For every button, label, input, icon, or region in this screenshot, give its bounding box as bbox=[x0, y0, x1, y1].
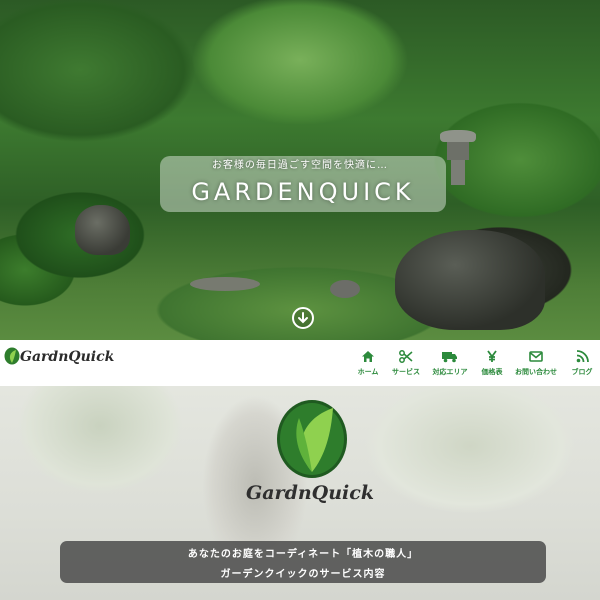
service-banner-heading: あなたのお庭をコーディネート「植木の職人」 bbox=[187, 549, 419, 560]
service-banner-subheading: ガーデンクイックのサービス内容 bbox=[220, 569, 386, 580]
nav-label: ブログ bbox=[571, 368, 593, 376]
header-logo[interactable]: GardnQuick bbox=[20, 349, 114, 365]
garden-rock bbox=[395, 230, 545, 330]
scissors-icon bbox=[399, 350, 413, 363]
yen-icon bbox=[487, 350, 497, 362]
mail-icon bbox=[529, 351, 543, 362]
garden-rock bbox=[190, 277, 260, 291]
garden-rock bbox=[75, 205, 130, 255]
hero-title: GARDENQUICK bbox=[191, 178, 415, 206]
garden-rock bbox=[330, 280, 360, 298]
main-logo-text: GardnQuick bbox=[246, 482, 374, 504]
home-icon bbox=[362, 351, 374, 362]
scroll-down-button[interactable] bbox=[292, 307, 314, 329]
nav-item-blog[interactable]: ブログ bbox=[552, 350, 600, 377]
leaf-icon bbox=[4, 347, 20, 365]
arrow-down-circle-icon bbox=[298, 312, 308, 324]
hero-tagline: お客様の毎日過ごす空間を快適に… bbox=[211, 160, 389, 171]
leaf-icon bbox=[277, 400, 347, 478]
rss-icon bbox=[576, 350, 589, 363]
truck-icon bbox=[442, 352, 457, 363]
